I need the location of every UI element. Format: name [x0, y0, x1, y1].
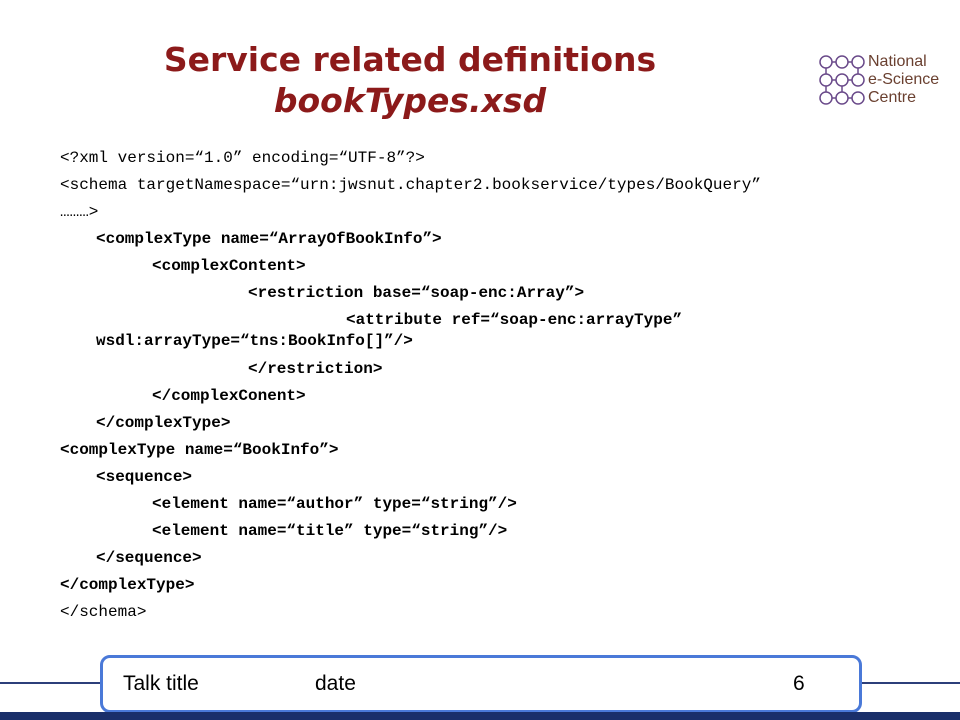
slide-title-line1: Service related definitions	[163, 40, 657, 79]
logo-text-line3: Centre	[868, 89, 917, 106]
code-line: </schema>	[60, 603, 147, 621]
code-line: </restriction>	[248, 360, 383, 378]
code-line: <?xml version=“1.0” encoding=“UTF-8”?>	[60, 149, 425, 167]
footer-rule-left	[0, 682, 100, 684]
footer-talk-title: Talk title	[123, 672, 199, 695]
code-line: <complexContent>	[152, 257, 306, 275]
code-line: </complexType>	[60, 576, 195, 594]
logo-text-line2: e-Science	[868, 71, 940, 88]
footer-rule-right	[859, 682, 960, 684]
code-line: <schema targetNamespace=“urn:jwsnut.chap…	[60, 176, 761, 194]
slide-title-line2: bookTypes.xsd	[273, 81, 547, 120]
code-line: <sequence>	[96, 468, 193, 486]
code-line: wsdl:arrayType=“tns:BookInfo[]”/>	[96, 332, 413, 350]
nesc-logo: National e-Science Centre	[818, 52, 948, 108]
code-line: <complexType name=“ArrayOfBookInfo”>	[96, 230, 442, 248]
footer-page-number: 6	[793, 672, 805, 695]
logo-circles-icon	[819, 55, 865, 105]
code-line: </complexConent>	[152, 387, 306, 405]
code-line: ………>	[60, 203, 99, 221]
code-line: </complexType>	[96, 414, 231, 432]
code-line: <element name=“author” type=“string”/>	[152, 495, 517, 513]
footer-date: date	[315, 672, 356, 695]
code-line: <attribute ref=“soap-enc:arrayType”	[346, 311, 683, 329]
code-line: <element name=“title” type=“string”/>	[152, 522, 508, 540]
logo-text-line1: National	[868, 53, 927, 70]
slide-title: Service related definitions bookTypes.xs…	[60, 40, 760, 122]
code-line: <complexType name=“BookInfo”>	[60, 441, 339, 459]
code-line: </sequence>	[96, 549, 202, 567]
slide-footer: Talk title date 6	[100, 655, 862, 713]
code-line: <restriction base=“soap-enc:Array”>	[248, 284, 585, 302]
bottom-bar	[0, 712, 960, 720]
